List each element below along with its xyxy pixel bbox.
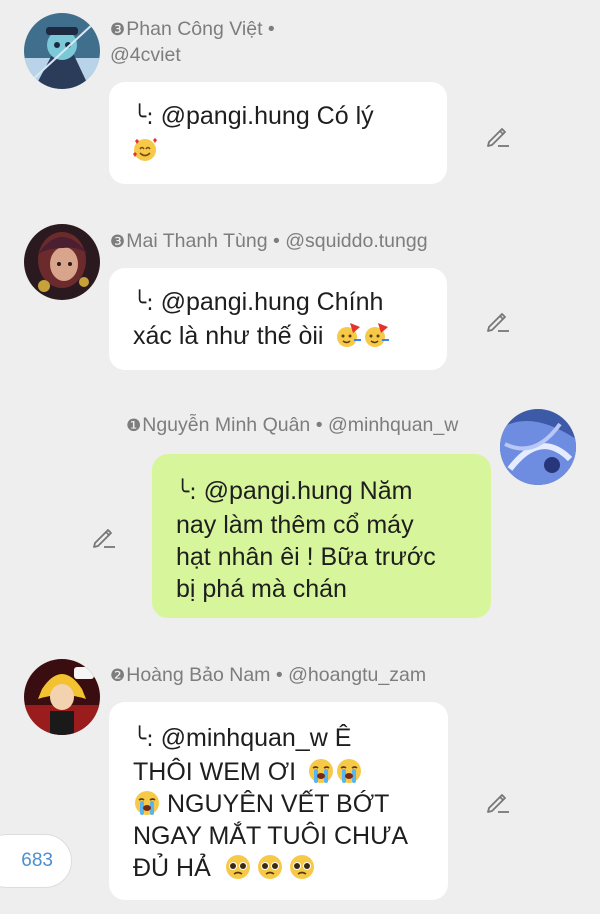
comment-author-header: ❷Hoàng Bảo Nam • @hoangtu_zam	[110, 664, 426, 687]
rank-badge: ❶	[126, 416, 142, 435]
comment-author-header: ❸Mai Thanh Tùng • @squiddo.tungg	[110, 230, 428, 253]
loudly-crying-face-emoji	[135, 791, 159, 815]
name-separator: •	[272, 230, 280, 252]
comment-line: NGAY MẮT TUÔI CHƯA	[133, 822, 409, 850]
user-handle[interactable]: @4cviet	[110, 44, 181, 67]
pleading-face-emoji	[289, 855, 314, 879]
display-name[interactable]: Nguyễn Minh Quân	[142, 414, 310, 436]
partying-face-emoji	[337, 323, 362, 347]
rank-badge: ❸	[110, 20, 126, 39]
avatar-hoang-bao-nam[interactable]	[24, 659, 100, 735]
avatar-mai-thanh-tung[interactable]	[24, 224, 100, 300]
reply-arrow-icon: ╰:	[133, 105, 154, 130]
name-separator: •	[267, 18, 275, 40]
reply-arrow-icon: ╰:	[133, 291, 154, 316]
comment-counter-badge[interactable]: 683	[0, 834, 72, 888]
pleading-face-emoji	[257, 855, 282, 879]
comment-author-header: ❸Phan Công Việt •	[110, 18, 275, 41]
comment-line: ╰: @minhquan_w Ê	[133, 724, 352, 752]
comment-bubble[interactable]: ╰: @pangi.hung Năm nay làm thêm cổ máy h…	[152, 454, 491, 618]
comment-line: xác là như thế òii	[133, 320, 447, 352]
name-separator: •	[315, 414, 323, 436]
comment-line: nay làm thêm cổ máy	[176, 511, 414, 539]
display-name[interactable]: Phan Công Việt	[126, 18, 262, 40]
comment-line: hạt nhân êi ! Bữa trước	[176, 543, 436, 571]
display-name[interactable]: Hoàng Bảo Nam	[126, 664, 270, 686]
user-handle[interactable]: @squiddo.tungg	[285, 230, 427, 252]
user-handle[interactable]: @minhquan_w	[328, 414, 458, 436]
display-name[interactable]: Mai Thanh Tùng	[126, 230, 267, 252]
comment-line: THÔI WEM ƠI	[133, 756, 448, 788]
comment-line: ╰: @pangi.hung Năm	[176, 477, 413, 505]
user-handle[interactable]: @hoangtu_zam	[288, 664, 426, 686]
comment-bubble[interactable]: ╰: @pangi.hung Chính xác là như thế òii	[109, 268, 447, 370]
comment-bubble[interactable]: ╰: @pangi.hung Có lý	[109, 82, 447, 184]
comment-line: bị phá mà chán	[176, 575, 347, 603]
reply-arrow-icon: ╰:	[176, 480, 197, 505]
avatar-nguyen-minh-quan[interactable]	[500, 409, 576, 485]
emoji-row	[131, 134, 447, 166]
comment-author-header: ❶Nguyễn Minh Quân • @minhquan_w	[126, 414, 458, 437]
comment-line: NGUYÊN VẾT BỚT	[133, 788, 448, 820]
edit-pencil-icon[interactable]	[484, 787, 512, 815]
pleading-face-emoji	[225, 855, 250, 879]
comment-bubble[interactable]: ╰: @minhquan_w Ê THÔI WEM ƠI NGUYÊN VẾT …	[109, 702, 448, 900]
loudly-crying-face-emoji	[309, 759, 334, 783]
edit-pencil-icon[interactable]	[484, 306, 512, 334]
comment-line: ĐỦ HẢ	[133, 852, 448, 884]
loudly-crying-face-emoji	[337, 759, 362, 783]
reply-arrow-icon: ╰:	[133, 727, 154, 752]
partying-face-emoji	[365, 323, 390, 347]
rank-badge: ❷	[110, 666, 126, 685]
edit-pencil-icon[interactable]	[484, 121, 512, 149]
edit-pencil-icon[interactable]	[90, 522, 118, 550]
comment-line: ╰: @pangi.hung Chính	[133, 288, 384, 316]
rank-badge: ❸	[110, 232, 126, 251]
comment-line: ╰: @pangi.hung Có lý	[133, 102, 374, 130]
smiling-face-with-hearts-emoji	[133, 138, 157, 161]
avatar-phan-cong-viet[interactable]	[24, 13, 100, 89]
name-separator: •	[275, 664, 283, 686]
